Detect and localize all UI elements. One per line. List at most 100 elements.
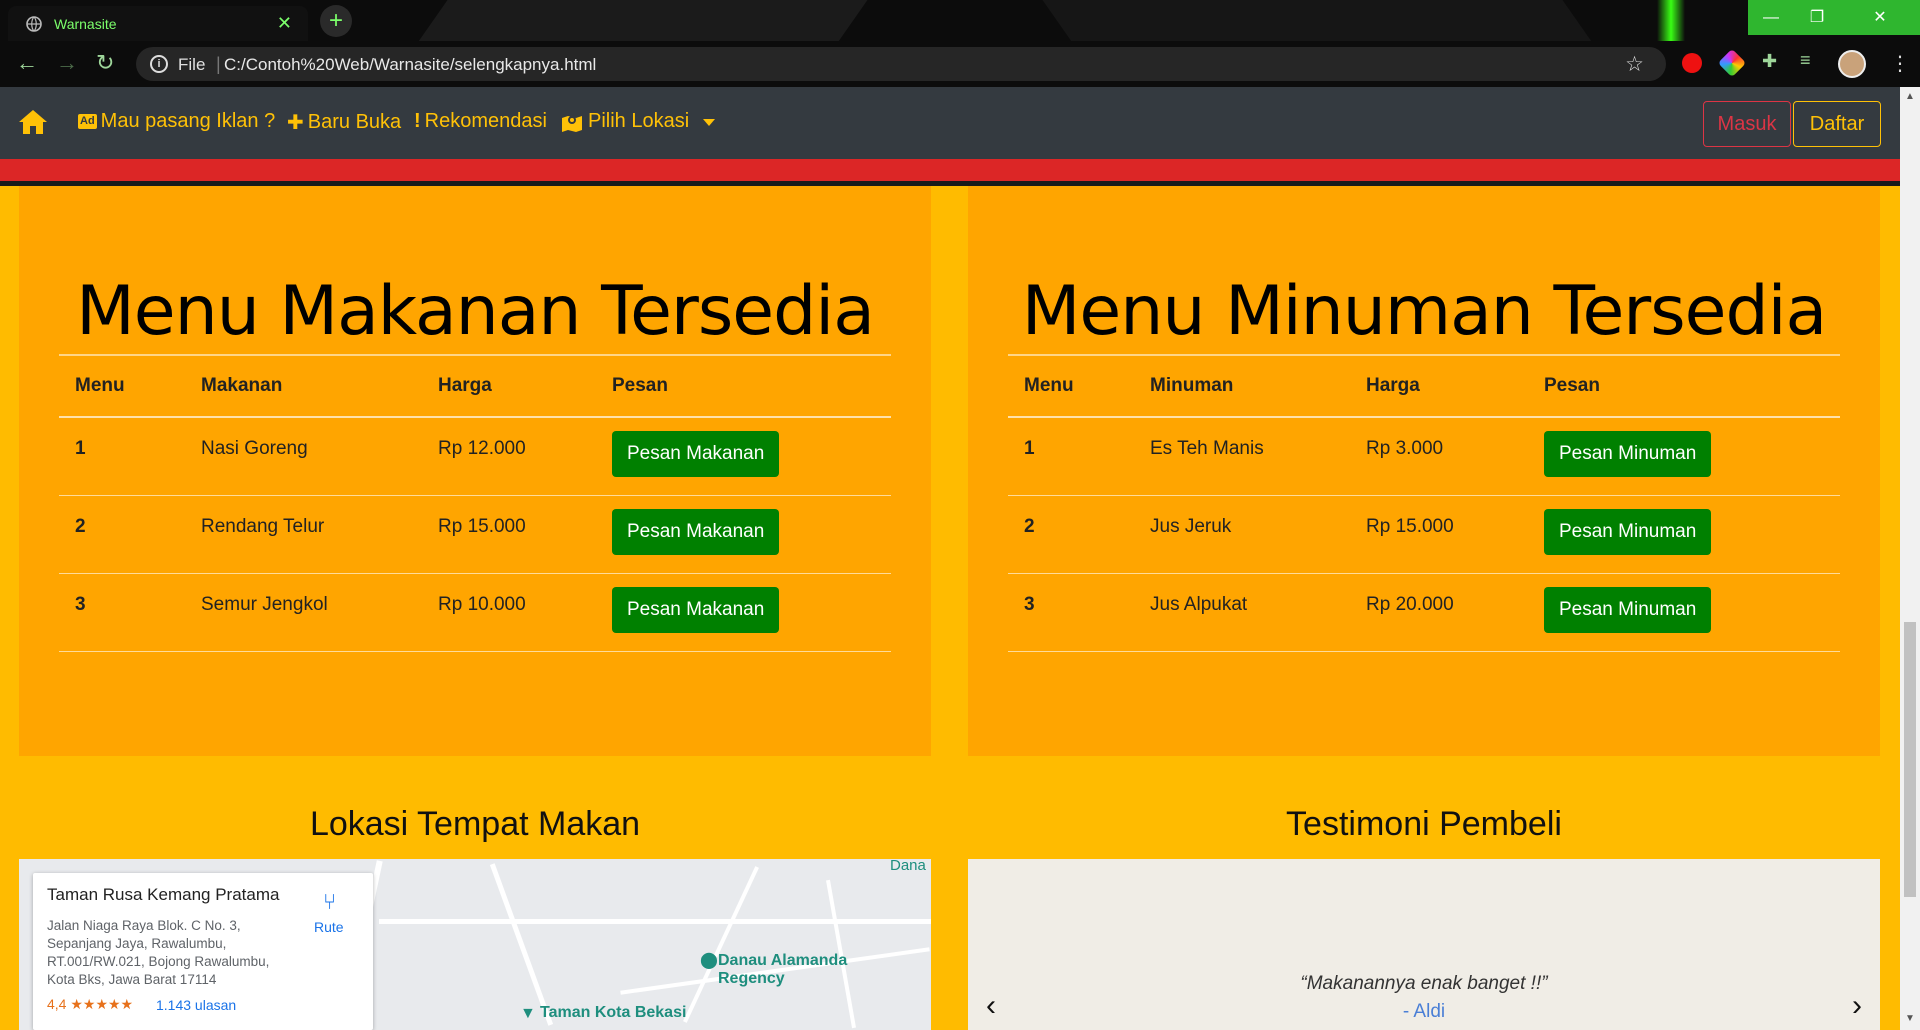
carousel-prev-icon[interactable]: ‹ xyxy=(986,989,996,1023)
address-scheme: File xyxy=(178,55,206,74)
site-navbar: Ad Mau pasang Iklan ? ✚ Baru Buka ! Reko… xyxy=(0,87,1900,159)
header-red-stripe xyxy=(0,159,1900,181)
item-name: Semur Jengkol xyxy=(185,573,422,652)
drink-menu-card: Menu Minuman Tersedia Menu Minuman Harga… xyxy=(968,186,1880,756)
item-name: Jus Alpukat xyxy=(1134,573,1350,652)
puzzle-extension-icon[interactable]: ✚ xyxy=(1762,51,1782,71)
testimonial-quote: “Makanannya enak banget !!” xyxy=(1300,973,1548,994)
nav-rekomendasi[interactable]: ! Rekomendasi xyxy=(414,110,547,133)
carousel-next-icon[interactable]: › xyxy=(1852,989,1862,1023)
col-header: Minuman xyxy=(1134,354,1350,418)
testimonial-carousel: “Makanannya enak banget !!” - Aldi ‹ › xyxy=(968,859,1880,1030)
row-number: 1 xyxy=(59,417,185,496)
food-menu-title: Menu Makanan Tersedia xyxy=(76,272,875,351)
reload-icon[interactable]: ↻ xyxy=(96,52,114,74)
scroll-down-icon[interactable]: ▼ xyxy=(1905,1013,1915,1024)
new-tab-button[interactable]: + xyxy=(320,5,352,37)
page-viewport: Ad Mau pasang Iklan ? ✚ Baru Buka ! Reko… xyxy=(0,87,1900,1030)
browser-toolbar: ← → ↻ i File | C:/Contoh%20Web/Warnasite… xyxy=(0,41,1920,87)
address-url: C:/Contoh%20Web/Warnasite/selengkapnya.h… xyxy=(224,55,597,74)
scrollbar-thumb[interactable] xyxy=(1904,622,1916,897)
directions-icon[interactable]: ⑂ xyxy=(323,889,336,915)
forward-icon[interactable]: → xyxy=(56,52,78,74)
location-section-title: Lokasi Tempat Makan xyxy=(309,805,641,843)
map-road xyxy=(683,866,759,1023)
row-number: 2 xyxy=(1008,495,1134,574)
item-name: Rendang Telur xyxy=(185,495,422,574)
directions-link[interactable]: Rute xyxy=(314,919,344,935)
menu-kebab-icon[interactable]: ⋮ xyxy=(1890,51,1910,76)
item-name: Jus Jeruk xyxy=(1134,495,1350,574)
table-row: 1 Nasi Goreng Rp 12.000 Pesan Makanan xyxy=(59,417,891,496)
table-row: 2 Rendang Telur Rp 15.000 Pesan Makanan xyxy=(59,495,891,574)
map-road xyxy=(379,919,931,924)
nav-baru-buka[interactable]: ✚ Baru Buka xyxy=(287,110,401,135)
order-food-button[interactable]: Pesan Makanan xyxy=(612,586,780,633)
home-icon[interactable] xyxy=(18,109,48,135)
order-food-button[interactable]: Pesan Makanan xyxy=(612,431,780,477)
bookmark-star-icon[interactable]: ☆ xyxy=(1625,52,1644,77)
browser-tab[interactable]: Warnasite ✕ xyxy=(8,6,308,41)
map-place-label[interactable]: Taman Kota Bekasi xyxy=(540,1004,686,1022)
order-drink-button[interactable]: Pesan Minuman xyxy=(1544,508,1712,555)
col-header: Makanan xyxy=(185,354,422,418)
map-place-label: Dana xyxy=(890,857,926,874)
page-scrollbar[interactable]: ▲ ▼ xyxy=(1900,87,1920,1030)
place-name: Taman Rusa Kemang Pratama xyxy=(47,885,280,904)
table-row: 3 Jus Alpukat Rp 20.000 Pesan Minuman xyxy=(1008,573,1840,652)
item-price: Rp 15.000 xyxy=(1350,495,1528,574)
place-address: Jalan Niaga Raya Blok. C No. 3, Sepanjan… xyxy=(47,918,270,987)
back-icon[interactable]: ← xyxy=(16,52,38,74)
item-name: Es Teh Manis xyxy=(1134,417,1350,496)
restore-button[interactable]: ❐ xyxy=(1794,0,1840,35)
item-price: Rp 15.000 xyxy=(422,495,596,574)
table-row: 1 Es Teh Manis Rp 3.000 Pesan Minuman xyxy=(1008,417,1840,496)
register-button[interactable]: Daftar xyxy=(1793,101,1881,147)
map-pin-icon xyxy=(562,115,582,132)
tabbar-decoration xyxy=(1035,0,1605,41)
col-header: Pesan xyxy=(596,354,891,418)
order-food-button[interactable]: Pesan Makanan xyxy=(612,508,780,555)
scroll-up-icon[interactable]: ▲ xyxy=(1905,91,1915,102)
playlist-icon[interactable]: ≡ xyxy=(1800,50,1820,70)
map-place-card: Taman Rusa Kemang Pratama Jalan Niaga Ra… xyxy=(33,873,373,1030)
drink-menu-table: Menu Minuman Harga Pesan 1 Es Teh Manis … xyxy=(1008,354,1840,652)
nav-label: Baru Buka xyxy=(307,111,402,133)
adblock-extension-icon[interactable] xyxy=(1682,53,1702,73)
table-row: 2 Jus Jeruk Rp 15.000 Pesan Minuman xyxy=(1008,495,1840,574)
nav-label: Rekomendasi xyxy=(424,110,547,132)
exclamation-icon: ! xyxy=(414,110,421,132)
address-bar[interactable]: i File | C:/Contoh%20Web/Warnasite/selen… xyxy=(136,47,1666,81)
item-price: Rp 12.000 xyxy=(422,417,596,496)
close-tab-icon[interactable]: ✕ xyxy=(277,13,292,34)
col-header: Menu xyxy=(59,354,185,418)
row-number: 3 xyxy=(59,573,185,652)
row-number: 3 xyxy=(1008,573,1134,652)
map-place-pin-icon[interactable]: ⬤ xyxy=(700,950,718,970)
order-drink-button[interactable]: Pesan Minuman xyxy=(1544,586,1712,633)
nav-label: Pilih Lokasi xyxy=(588,110,690,132)
food-menu-card: Menu Makanan Tersedia Menu Makanan Harga… xyxy=(19,186,931,756)
color-extension-icon[interactable] xyxy=(1717,48,1747,78)
chevron-down-icon xyxy=(703,119,716,126)
address-divider: | xyxy=(216,54,221,74)
tree-pin-icon[interactable]: ▼ xyxy=(520,1005,536,1023)
browser-tabbar: Warnasite ✕ + — ❐ ✕ xyxy=(0,0,1920,41)
table-row: 3 Semur Jengkol Rp 10.000 Pesan Makanan xyxy=(59,573,891,652)
nav-pilih-lokasi-dropdown[interactable]: Pilih Lokasi xyxy=(560,110,716,133)
col-header: Menu xyxy=(1008,354,1134,418)
place-rating: 4,4 ★★★★★ xyxy=(47,996,134,1012)
nav-pasang-iklan[interactable]: Ad Mau pasang Iklan ? xyxy=(78,110,275,133)
login-button[interactable]: Masuk xyxy=(1703,101,1791,147)
drink-menu-title: Menu Minuman Tersedia xyxy=(1021,272,1827,351)
order-drink-button[interactable]: Pesan Minuman xyxy=(1544,431,1712,477)
place-reviews-link[interactable]: 1.143 ulasan xyxy=(156,997,236,1013)
profile-avatar[interactable] xyxy=(1838,50,1866,78)
minimize-button[interactable]: — xyxy=(1748,0,1794,35)
item-price: Rp 10.000 xyxy=(422,573,596,652)
map-place-label[interactable]: Danau Alamanda Regency xyxy=(718,952,868,988)
info-icon[interactable]: i xyxy=(150,55,168,73)
ad-icon: Ad xyxy=(78,114,97,129)
close-window-button[interactable]: ✕ xyxy=(1840,0,1920,35)
testimonial-author: - Aldi xyxy=(1402,1001,1446,1022)
